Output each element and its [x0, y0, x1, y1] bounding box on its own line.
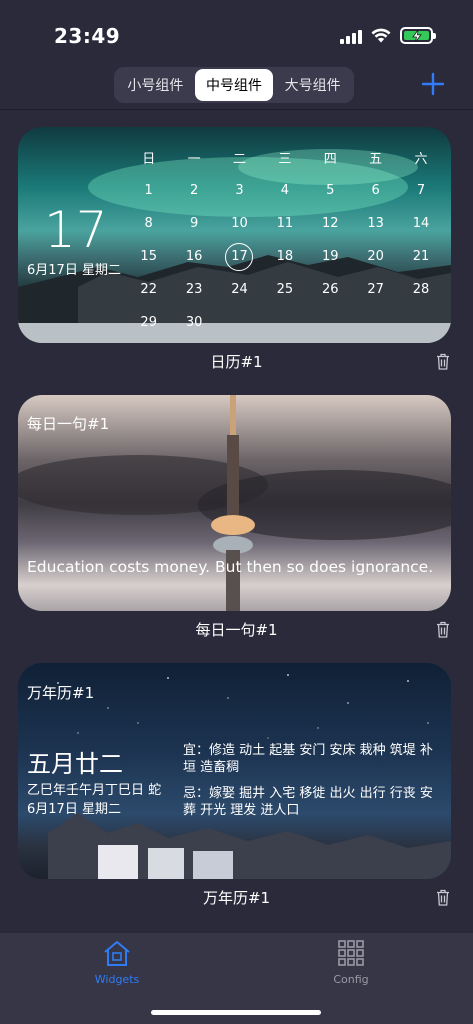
segment-medium[interactable]: 中号组件 [194, 69, 274, 101]
calendar-day: 2 [189, 183, 199, 198]
calendar-day: 22 [140, 282, 157, 297]
quote-text: Education costs money. But then so does … [27, 558, 434, 576]
calendar-grid: 日一二三四五六 1 2 3 4 5 6 7 8 9 10 11 12 13 14 15 16 17 18 19 20 2… [126, 141, 444, 339]
tab-config-label: Config [333, 973, 369, 986]
almanac-suitable: 宜：修造 动土 起基 安门 安床 栽种 筑堤 补垣 造畜稠 [183, 743, 433, 775]
header-divider [0, 109, 473, 110]
almanac-avoid: 忌：嫁娶 掘井 入宅 移徙 出火 出行 行丧 安葬 开光 理发 进人口 [183, 786, 433, 818]
calendar-day: 18 [276, 249, 294, 264]
calendar-widget[interactable]: 17 6月17日 星期二 日一二三四五六 1 2 3 4 5 6 7 8 9 10 11 12 13 14… [18, 127, 451, 343]
calendar-weekday: 五 [369, 152, 383, 167]
calendar-day: 10 [231, 216, 248, 231]
quote-caption: 每日一句#1 [195, 621, 278, 639]
calendar-day: 26 [321, 282, 339, 297]
calendar-big-day: 17 [44, 201, 108, 259]
calendar-day: 29 [140, 315, 157, 330]
calendar-day: 27 [367, 282, 384, 297]
calendar-day: 19 [321, 249, 339, 264]
calendar-day: 25 [276, 282, 294, 297]
calendar-day: 30 [185, 315, 203, 330]
almanac-widget[interactable]: 万年历#1 五月廿二 乙巳年壬午月丁巳日 蛇 6月17日 星期二 宜：修造 动土… [18, 663, 451, 879]
calendar-weekday: 二 [232, 152, 246, 167]
almanac-title: 万年历#1 [27, 684, 95, 702]
calendar-day: 8 [144, 216, 153, 231]
calendar-weekday: 六 [414, 152, 428, 167]
calendar-day: 13 [367, 216, 384, 231]
calendar-today-circle: 17 [225, 242, 254, 271]
trash-icon[interactable] [436, 889, 450, 906]
almanac-date-text: 6月17日 星期二 [27, 802, 121, 817]
calendar-day: 23 [185, 282, 203, 297]
signal-icon [340, 28, 362, 44]
almanac-lunar-date: 五月廿二 [27, 750, 123, 778]
status-bar: 23:49 [0, 0, 473, 70]
home-indicator [151, 1010, 321, 1015]
battery-icon [400, 27, 436, 44]
status-icons [340, 27, 436, 44]
tab-config[interactable]: Config [301, 939, 401, 986]
calendar-day: 24 [231, 282, 248, 297]
segment-large[interactable]: 大号组件 [273, 69, 352, 101]
almanac-ganzhi: 乙巳年壬午月丁巳日 蛇 [27, 783, 162, 798]
quote-title: 每日一句#1 [27, 415, 110, 433]
calendar-weekday: 四 [323, 152, 337, 167]
calendar-day: 7 [416, 183, 426, 198]
calendar-week-row: 15 16 17 18 19 20 21 [126, 240, 444, 273]
wifi-icon [371, 28, 391, 43]
status-time: 23:49 [54, 24, 121, 48]
calendar-day: 5 [326, 183, 335, 198]
calendar-caption: 日历#1 [210, 353, 263, 371]
calendar-week-row: 1 2 3 4 5 6 7 [126, 174, 444, 207]
calendar-week-row: 29 30 [126, 306, 444, 339]
calendar-weekday: 三 [278, 152, 292, 167]
tab-widgets[interactable]: Widgets [67, 939, 167, 986]
calendar-weekday-row: 日一二三四五六 [126, 141, 444, 174]
grid-icon [338, 940, 364, 966]
calendar-week-row: 8 9 10 11 12 13 14 [126, 207, 444, 240]
plus-icon[interactable] [421, 72, 445, 96]
tab-widgets-label: Widgets [94, 973, 140, 986]
trash-icon[interactable] [436, 621, 450, 638]
calendar-day: 4 [280, 183, 289, 198]
calendar-weekday: 一 [187, 152, 201, 167]
calendar-day: 12 [321, 216, 339, 231]
calendar-day: 6 [371, 183, 380, 198]
calendar-day-today: 17 [217, 242, 262, 271]
calendar-day: 28 [412, 282, 430, 297]
calendar-day: 16 [185, 249, 203, 264]
segment-small[interactable]: 小号组件 [116, 69, 195, 101]
calendar-weekday: 日 [142, 152, 156, 167]
almanac-caption: 万年历#1 [202, 889, 271, 907]
trash-icon[interactable] [436, 353, 450, 370]
calendar-day: 1 [144, 183, 153, 198]
home-icon [104, 941, 130, 966]
calendar-day: 14 [412, 216, 430, 231]
widget-size-segmented-control: 小号组件 中号组件 大号组件 [114, 67, 354, 103]
calendar-day: 21 [412, 249, 430, 264]
calendar-week-row: 22 23 24 25 26 27 28 [126, 273, 444, 306]
calendar-day: 11 [276, 216, 294, 231]
calendar-day: 15 [140, 249, 157, 264]
quote-widget[interactable]: 每日一句#1 Education costs money. But then s… [18, 395, 451, 611]
calendar-day: 9 [189, 216, 199, 231]
calendar-date-text: 6月17日 星期二 [27, 263, 121, 278]
calendar-day: 3 [235, 183, 244, 198]
calendar-day: 20 [367, 249, 384, 264]
